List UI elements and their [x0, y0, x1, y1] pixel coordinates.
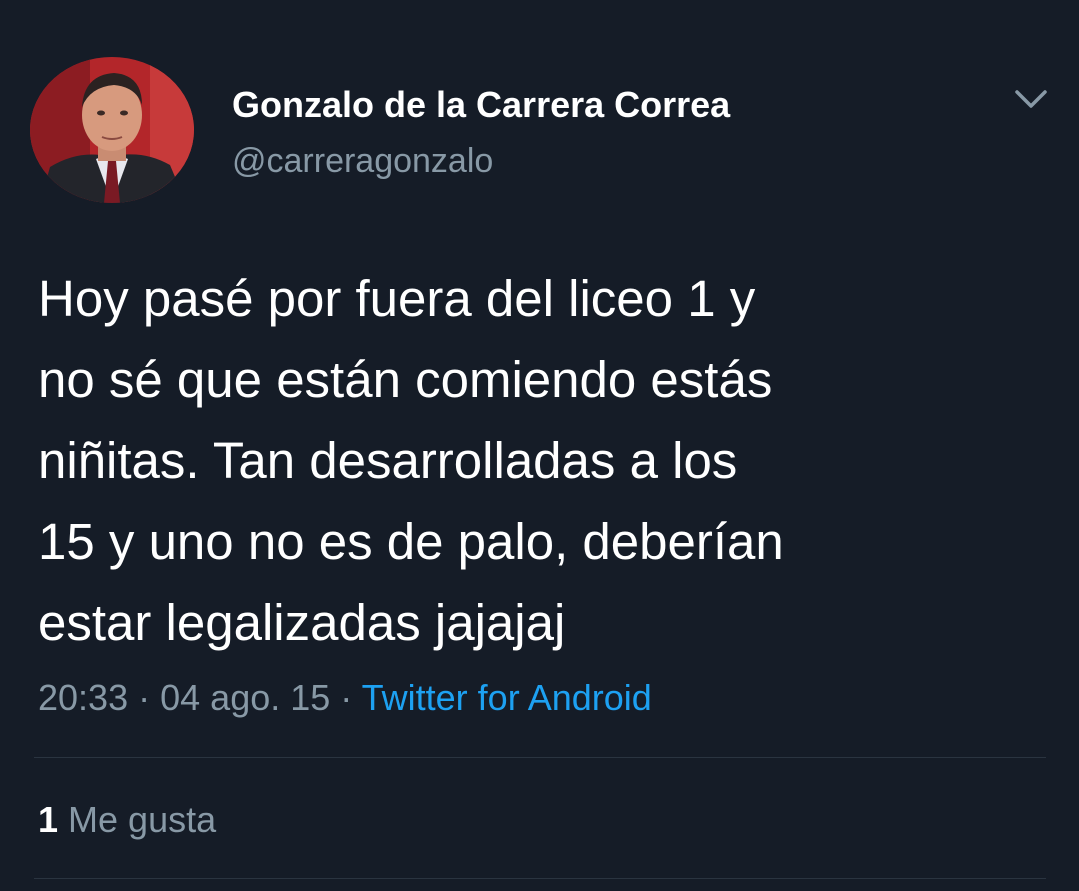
tweet-date[interactable]: 04 ago. 15: [160, 677, 330, 718]
likes-stat[interactable]: 1 Me gusta: [38, 798, 216, 842]
divider: [34, 757, 1046, 758]
meta-separator: ·: [138, 677, 151, 718]
tweet-source-link[interactable]: Twitter for Android: [362, 677, 652, 718]
likes-count: 1: [38, 799, 59, 840]
author-handle[interactable]: @carreragonzalo: [232, 141, 493, 181]
author-display-name[interactable]: Gonzalo de la Carrera Correa: [232, 84, 730, 126]
tweet-time[interactable]: 20:33: [38, 677, 128, 718]
tweet-meta: 20:33 · 04 ago. 15 · Twitter for Android: [38, 676, 652, 720]
likes-label: Me gusta: [68, 799, 217, 840]
meta-separator: ·: [340, 677, 353, 718]
tweet-card: Gonzalo de la Carrera Correa @carreragon…: [0, 0, 1079, 891]
divider: [34, 878, 1046, 879]
avatar[interactable]: [30, 57, 194, 203]
tweet-text: Hoy pasé por fuera del liceo 1 y no sé q…: [38, 270, 784, 651]
chevron-down-icon[interactable]: [1009, 82, 1053, 116]
